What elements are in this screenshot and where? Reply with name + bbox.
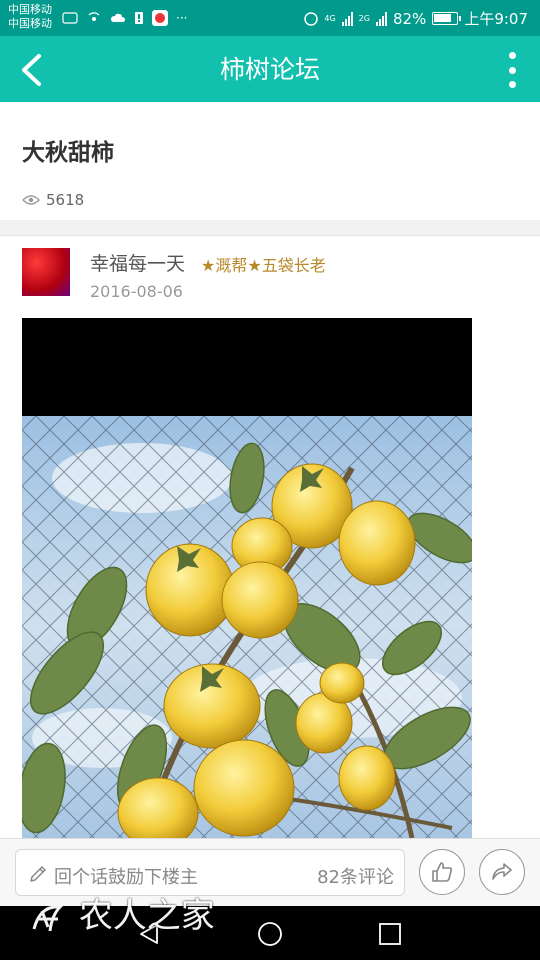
cloud-icon xyxy=(111,13,125,22)
like-button[interactable] xyxy=(419,849,465,895)
post-image[interactable] xyxy=(22,318,472,838)
carrier-1: 中国移动 xyxy=(8,3,52,16)
status-bar: 中国移动 中国移动 ··· 4G 2G 82% 上午9:07 xyxy=(0,0,540,36)
share-icon xyxy=(492,863,512,880)
post-date: 2016-08-06 xyxy=(90,282,183,301)
menu-dot xyxy=(508,81,516,88)
persimmon-photo xyxy=(22,318,472,838)
watermark: 农人之家 xyxy=(30,888,215,937)
watermark-text: 农人之家 xyxy=(78,896,215,936)
hotspot-icon xyxy=(88,12,100,21)
notification-icons: ··· xyxy=(62,10,187,26)
page-title: 柿树论坛 xyxy=(219,55,320,84)
nav-recents-icon[interactable] xyxy=(378,922,402,946)
section-divider xyxy=(0,220,540,236)
thumbs-up-icon xyxy=(432,862,453,882)
nav-home-icon[interactable] xyxy=(257,921,283,947)
share-button[interactable] xyxy=(479,849,525,895)
comment-count[interactable]: 82条评论 xyxy=(317,863,394,889)
more-menu-button[interactable] xyxy=(504,50,520,90)
network-4g-label: 4G xyxy=(324,14,336,23)
post-title: 大秋甜柿 xyxy=(22,140,114,166)
battery-percent: 82% xyxy=(392,9,427,28)
alert-icon xyxy=(135,12,143,24)
carrier-info: 中国移动 中国移动 xyxy=(8,3,52,31)
pencil-icon xyxy=(30,866,46,882)
nfc-icon xyxy=(304,11,319,26)
menu-dot xyxy=(508,52,516,59)
clock: 上午9:07 xyxy=(464,10,528,28)
comment-placeholder: 回个话鼓励下楼主 xyxy=(54,867,198,888)
menu-dot xyxy=(508,66,516,74)
signal-2-icon xyxy=(375,11,387,26)
author-badge: ★溉帮★五袋长老 xyxy=(201,256,326,275)
view-count-value: 5618 xyxy=(46,191,85,209)
author-name[interactable]: 幸福每一天 xyxy=(90,249,185,276)
battery-level xyxy=(434,14,452,22)
view-count: 5618 xyxy=(22,191,84,209)
signal-1-icon xyxy=(341,11,353,26)
hd-icon xyxy=(62,12,78,24)
more-notifications: ··· xyxy=(176,11,188,25)
eye-icon xyxy=(22,195,40,205)
system-status: 4G 2G 82% 上午9:07 xyxy=(304,8,528,29)
app-bar: 柿树论坛 xyxy=(0,36,540,102)
network-2g-label: 2G xyxy=(358,14,370,23)
avatar[interactable] xyxy=(22,248,70,296)
watermark-logo xyxy=(32,905,64,932)
app-notification-icon xyxy=(152,10,168,26)
carrier-2: 中国移动 xyxy=(8,17,52,30)
battery-icon xyxy=(432,12,462,25)
